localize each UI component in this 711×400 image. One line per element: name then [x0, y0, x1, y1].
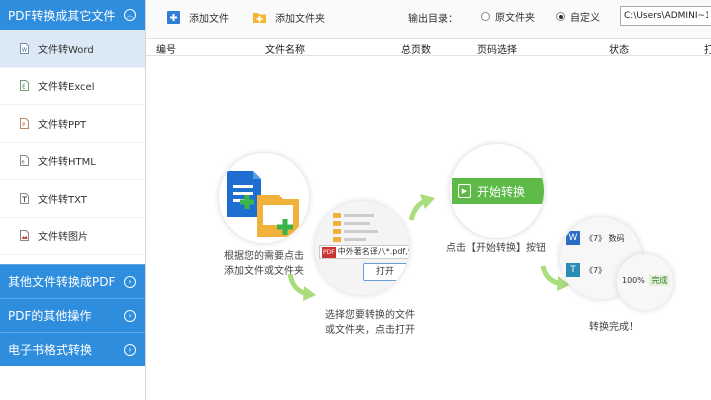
- add-files-illustration-icon: [227, 171, 299, 237]
- sidebar-item-label: 文件转TXT: [38, 194, 87, 206]
- sidebar-section-other-to-pdf[interactable]: 其他文件转换成PDF ›: [0, 264, 145, 298]
- sidebar-section-ebook-convert[interactable]: 电子书格式转换 ›: [0, 332, 145, 366]
- result-item-2: T 《7》: [566, 263, 606, 277]
- file-table-header: 编号 文件名称 总页数 页码选择 状态 打: [146, 39, 711, 56]
- step2-caption-line2: 或文件夹，点击打开: [325, 325, 415, 336]
- html-file-icon: e: [20, 155, 29, 167]
- sidebar-item-excel[interactable]: E 文件转Excel: [0, 68, 145, 105]
- start-convert-button-illustration: ▶ 开始转换: [452, 178, 544, 204]
- output-path-input[interactable]: [620, 6, 711, 26]
- filename-value: 中外著名译八*.pdf,*: [337, 247, 410, 256]
- pdf-icon: PDF: [322, 247, 336, 258]
- progress-value: 100%: [622, 276, 645, 285]
- radio-original-folder[interactable]: 原文件夹: [481, 9, 535, 24]
- col-pages: 总页数: [401, 45, 431, 56]
- radio-custom-dot[interactable]: [556, 12, 565, 21]
- excel-file-icon: E: [20, 80, 29, 92]
- add-file-button[interactable]: 添加文件: [166, 7, 229, 27]
- sidebar-items: W 文件转Word E 文件转Excel P 文件转PPT e 文件转HTML: [0, 30, 145, 264]
- chevron-right-icon[interactable]: ›: [124, 309, 136, 322]
- folder-list-icon: [333, 213, 378, 242]
- step1-circle: [218, 152, 310, 244]
- sidebar-item-label: 文件转图片: [38, 232, 88, 244]
- file-list: [329, 211, 409, 243]
- radio-original-dot[interactable]: [481, 12, 490, 21]
- svg-text:W: W: [22, 47, 27, 53]
- step3-caption: 点击【开始转换】按钮: [446, 243, 546, 254]
- sidebar-item-ppt[interactable]: P 文件转PPT: [0, 105, 145, 143]
- sidebar-header-label: PDF转换成其它文件: [8, 8, 116, 23]
- svg-text:E: E: [22, 85, 25, 91]
- result-item-1-label: 《7》 数码: [585, 233, 625, 243]
- filename-field[interactable]: PDF 中外著名译八*.pdf,*: [319, 245, 410, 259]
- col-page-select: 页码选择: [477, 45, 517, 56]
- col-status: 状态: [609, 45, 629, 56]
- image-file-icon: [20, 230, 29, 242]
- open-button-label: 打开: [375, 267, 394, 277]
- sidebar-item-label: 文件转Excel: [38, 82, 95, 94]
- add-folder-icon: [252, 10, 267, 25]
- ppt-file-icon: P: [20, 117, 29, 129]
- sidebar-item-html[interactable]: e 文件转HTML: [0, 143, 145, 180]
- file-dialog-illustration: PDF 中外著名译八*.pdf,* 打开: [315, 201, 410, 295]
- step2-caption: 选择您要转换的文件 或文件夹，点击打开: [310, 308, 430, 338]
- open-button[interactable]: 打开: [363, 263, 407, 281]
- toolbar: 添加文件 添加文件夹 输出目录： 原文件夹 自定义: [146, 0, 711, 39]
- svg-text:P: P: [22, 122, 25, 128]
- sidebar-item-txt[interactable]: 文件转TXT: [0, 180, 145, 218]
- sidebar-section-pdf-other-ops[interactable]: PDF的其他操作 ›: [0, 298, 145, 332]
- guide-area: 根据您的需要点击 添加文件或文件夹 PDF 中外著名译八*.pdf,* 打开 选…: [146, 56, 711, 400]
- sidebar-item-label: 文件转HTML: [38, 157, 96, 169]
- add-file-icon: [166, 10, 181, 25]
- step2-caption-line1: 选择您要转换的文件: [325, 310, 415, 321]
- col-index: 编号: [156, 45, 176, 56]
- word-file-icon: W: [20, 42, 29, 54]
- sidebar-section-label: PDF的其他操作: [8, 309, 92, 323]
- radio-custom-folder[interactable]: 自定义: [556, 9, 600, 24]
- sidebar-section-label: 电子书格式转换: [8, 343, 93, 357]
- step2-circle: PDF 中外著名译八*.pdf,* 打开: [314, 200, 410, 296]
- add-folder-button[interactable]: 添加文件夹: [252, 7, 325, 27]
- sidebar: PDF转换成其它文件 ︿ W 文件转Word E 文件转Excel P 文件转P…: [0, 0, 146, 400]
- chevron-right-icon[interactable]: ›: [124, 343, 136, 356]
- add-folder-label: 添加文件夹: [275, 13, 325, 25]
- sidebar-item-label: 文件转PPT: [38, 119, 87, 131]
- arrow-down-right-icon: [287, 273, 316, 301]
- radio-custom-label: 自定义: [570, 13, 600, 24]
- sidebar-item-label: 文件转Word: [38, 44, 94, 56]
- result-item-2-label: 《7》: [585, 265, 607, 275]
- result-item-1: W 《7》 数码: [566, 231, 625, 245]
- start-convert-label: 开始转换: [477, 184, 526, 199]
- chevron-right-icon[interactable]: ›: [124, 275, 136, 288]
- sidebar-item-image[interactable]: 文件转图片: [0, 218, 145, 255]
- col-open: 打: [704, 45, 711, 56]
- chevron-up-icon[interactable]: ︿: [124, 9, 136, 21]
- txt-doc-icon: T: [566, 263, 580, 277]
- progress-row: 100% 完成: [622, 275, 672, 286]
- progress-circle: 100% 完成: [616, 253, 674, 311]
- step3-circle: ▶ 开始转换: [449, 143, 545, 239]
- sidebar-item-word[interactable]: W 文件转Word: [0, 30, 145, 68]
- col-filename: 文件名称: [265, 45, 305, 56]
- output-dir-label: 输出目录：: [408, 14, 458, 25]
- svg-text:e: e: [22, 160, 25, 166]
- step4-caption: 转换完成！: [589, 322, 639, 333]
- radio-original-label: 原文件夹: [495, 13, 535, 24]
- word-icon: W: [566, 231, 580, 245]
- done-badge: 完成: [649, 275, 670, 286]
- add-file-label: 添加文件: [189, 13, 229, 25]
- sidebar-section-label: 其他文件转换成PDF: [8, 275, 116, 289]
- step1-caption-line1: 根据您的需要点击: [224, 251, 304, 262]
- arrow-up-right-icon: [408, 194, 435, 221]
- txt-file-icon: [20, 192, 29, 204]
- play-icon: ▶: [458, 184, 471, 198]
- sidebar-header-pdf-to-other[interactable]: PDF转换成其它文件 ︿: [0, 0, 145, 30]
